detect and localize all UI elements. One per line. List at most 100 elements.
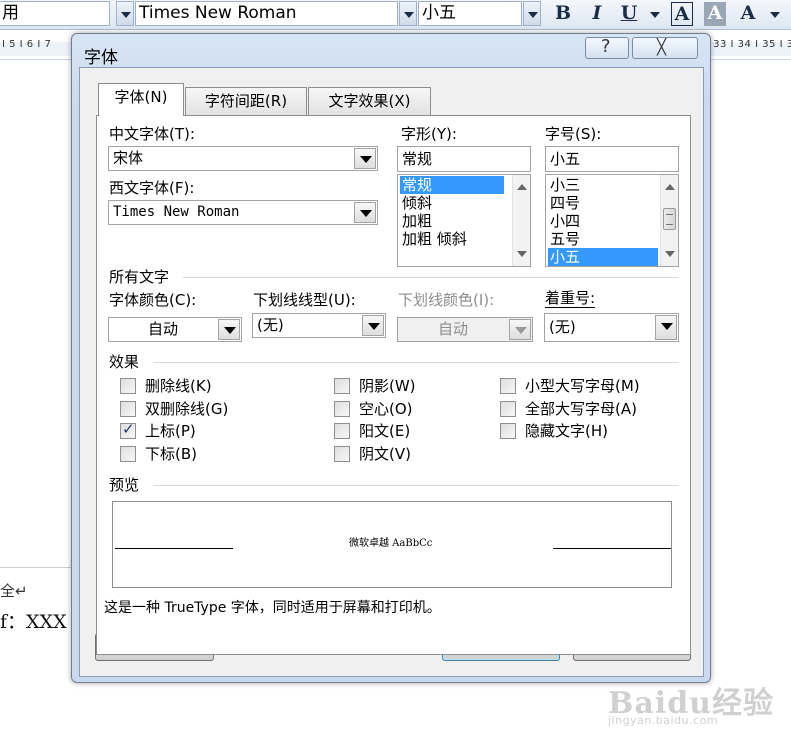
tab-char-spacing[interactable]: 字符间距(R)	[185, 87, 307, 115]
char-border-button[interactable]: A	[671, 2, 693, 26]
emphasis-mark-label: 着重号:	[545, 289, 596, 308]
checkbox-box[interactable]	[334, 401, 350, 417]
checkbox-box[interactable]	[334, 378, 350, 394]
underline-style-label: 下划线线型(U):	[253, 291, 356, 309]
checkbox-box[interactable]	[120, 446, 136, 462]
font-size-input[interactable]: 小五	[545, 146, 679, 172]
chevron-down-icon[interactable]	[655, 315, 677, 340]
chinese-font-label: 中文字体(T):	[109, 125, 195, 143]
checkbox-label: 隐藏文字(H)	[525, 422, 608, 440]
font-info-text: 这是一种 TrueType 字体，同时适用于屏幕和打印机。	[104, 600, 441, 616]
document-text-line[interactable]: 全↵	[0, 580, 28, 601]
scroll-up-icon[interactable]	[665, 184, 675, 190]
font-size-list[interactable]: 小三 四号 小四 五号 小五	[545, 174, 679, 267]
preview-box: 微软卓越 AaBbCc	[112, 501, 672, 588]
checkbox-label: 上标(P)	[145, 422, 196, 440]
emphasis-mark-value: (无)	[549, 318, 576, 336]
bold-button[interactable]: B	[550, 1, 576, 27]
scroll-up-icon[interactable]	[517, 184, 527, 190]
tab-font[interactable]: 字体(N)	[98, 83, 184, 116]
list-item[interactable]: 五号	[548, 230, 580, 248]
all-text-heading: 所有文字	[109, 268, 170, 286]
underline-style-select[interactable]: (无)	[252, 313, 386, 338]
chevron-down-icon[interactable]	[354, 148, 376, 169]
tab-text-effects[interactable]: 文字效果(X)	[308, 87, 431, 115]
font-style-label: 字形(Y):	[401, 125, 457, 143]
close-button[interactable]: ╳	[632, 37, 698, 59]
checkbox-box[interactable]	[500, 401, 516, 417]
font-tab-panel: 中文字体(T): 宋体 西文字体(F): Times New Roman 字形(…	[96, 115, 691, 655]
checkbox-label: 空心(O)	[359, 400, 413, 418]
font-style-list[interactable]: 常规 倾斜 加粗 加粗 倾斜	[397, 174, 531, 267]
help-button[interactable]: ?	[585, 36, 629, 59]
group-divider	[153, 485, 679, 486]
font-style-input[interactable]: 常规	[397, 146, 531, 172]
font-name-dropdown-icon[interactable]	[399, 1, 417, 26]
document-text-line[interactable]: f：XXX	[0, 607, 67, 634]
font-size-dropdown-icon[interactable]	[523, 1, 541, 26]
list-item[interactable]: 四号	[548, 194, 580, 212]
list-item[interactable]: 常规	[400, 176, 504, 194]
underline-dropdown-icon[interactable]	[650, 12, 660, 18]
list-item[interactable]: 倾斜	[400, 194, 432, 212]
watermark-url: jingyan.baidu.com	[608, 714, 719, 727]
checkbox-box[interactable]	[334, 423, 350, 439]
italic-button[interactable]: I	[584, 1, 610, 27]
underline-color-value: 自动	[437, 320, 468, 338]
emphasis-mark-select[interactable]: (无)	[544, 313, 679, 342]
font-color-value: 自动	[147, 320, 178, 338]
chinese-font-value: 宋体	[113, 149, 144, 167]
checkbox-label: 阳文(E)	[359, 422, 411, 440]
western-font-select[interactable]: Times New Roman	[108, 200, 378, 225]
list-item[interactable]: 加粗 倾斜	[400, 230, 467, 248]
help-icon: ?	[601, 36, 611, 57]
underline-button[interactable]: U	[616, 1, 642, 27]
checkbox-box[interactable]	[120, 401, 136, 417]
checkbox-label: 阴影(W)	[359, 377, 416, 395]
group-divider	[183, 277, 679, 278]
enclosed-char-dropdown-icon[interactable]	[770, 12, 780, 18]
scroll-thumb[interactable]	[663, 208, 676, 230]
font-name-combo[interactable]: Times New Roman	[135, 1, 398, 26]
font-style-scrollbar[interactable]	[512, 175, 530, 266]
effects-heading: 效果	[109, 353, 140, 371]
checkbox-box[interactable]	[500, 423, 516, 439]
dialog-title: 字体	[84, 48, 118, 68]
font-color-select[interactable]: 自动	[108, 317, 242, 342]
checkmark-icon: ✓	[122, 420, 135, 438]
chinese-font-select[interactable]: 宋体	[108, 146, 378, 171]
chevron-down-icon[interactable]	[362, 315, 384, 336]
checkbox-box[interactable]: ✓	[120, 420, 136, 439]
chevron-down-icon[interactable]	[218, 319, 240, 340]
baidu-watermark: Baidu经验 jingyan.baidu.com	[608, 678, 774, 727]
ruler-right-marks: I 33 I 34 I 35 I 3	[706, 39, 791, 50]
checkbox-label: 小型大写字母(M)	[525, 377, 640, 395]
list-item[interactable]: 小四	[548, 212, 580, 230]
tab-char-spacing-label: 字符间距(R)	[204, 92, 288, 110]
scroll-down-icon[interactable]	[517, 251, 527, 257]
chevron-down-icon[interactable]	[354, 202, 376, 223]
list-item[interactable]: 加粗	[400, 212, 432, 230]
style-combo-dropdown-icon[interactable]	[116, 1, 134, 26]
underline-color-select: 自动	[397, 317, 533, 342]
checkbox-box[interactable]	[500, 378, 516, 394]
list-item[interactable]: 小三	[548, 176, 580, 194]
checkbox-label: 删除线(K)	[145, 377, 212, 395]
preview-baseline-right	[553, 548, 671, 549]
checkbox-box[interactable]	[120, 378, 136, 394]
font-size-scrollbar[interactable]	[660, 175, 678, 266]
tab-text-effects-label: 文字效果(X)	[328, 92, 411, 110]
style-combo[interactable]: 用	[0, 1, 110, 26]
scroll-down-icon[interactable]	[665, 251, 675, 257]
close-icon: ╳	[657, 38, 667, 56]
checkbox-label: 全部大写字母(A)	[525, 400, 637, 418]
enclosed-char-button[interactable]: A	[735, 1, 761, 27]
checkbox-label: 阴文(V)	[359, 445, 411, 463]
char-shading-button[interactable]: A	[704, 2, 726, 26]
font-size-combo[interactable]: 小五	[418, 1, 522, 26]
checkbox-box[interactable]	[334, 446, 350, 462]
group-divider	[153, 362, 679, 363]
list-item[interactable]: 小五	[548, 248, 658, 266]
preview-heading: 预览	[109, 476, 140, 494]
dialog-client-area: 字体(N) 字符间距(R) 文字效果(X) 中文字体(T): 宋体 西文字体(F…	[79, 67, 704, 677]
